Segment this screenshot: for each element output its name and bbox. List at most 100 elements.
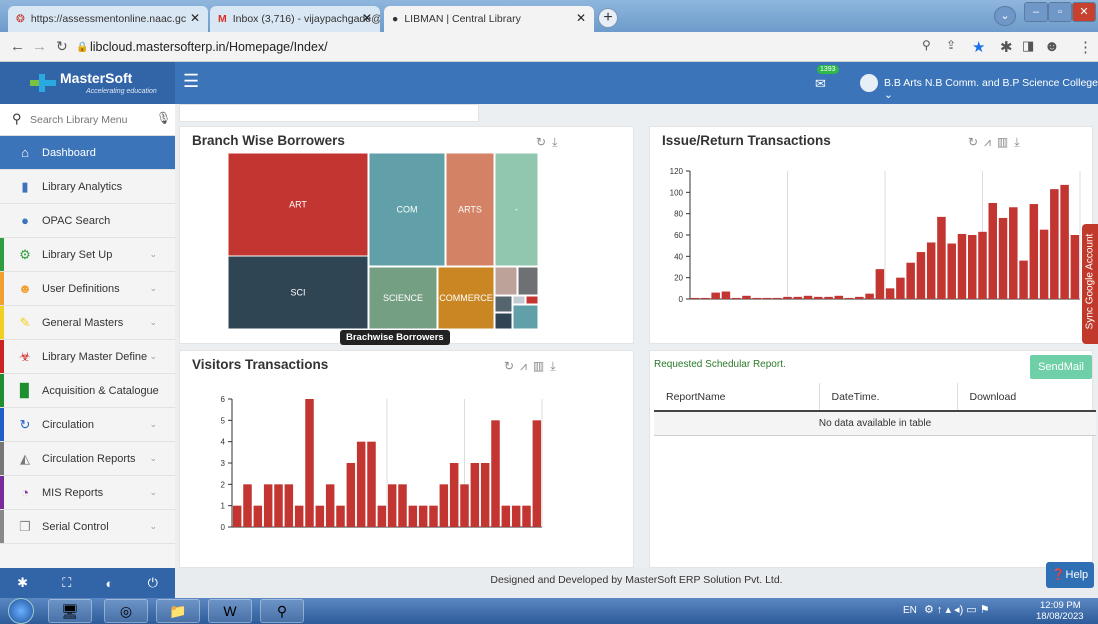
bar[interactable] — [967, 235, 977, 299]
bar[interactable] — [762, 297, 772, 299]
bar[interactable] — [501, 505, 511, 527]
line-chart-icon[interactable]: ⩘ — [520, 359, 533, 373]
bar[interactable] — [532, 420, 542, 527]
folder-icon[interactable]: 📁 — [156, 599, 200, 623]
bar[interactable] — [243, 484, 252, 527]
column-header[interactable]: Download — [957, 383, 1096, 411]
back-icon[interactable]: ← — [10, 38, 25, 55]
bar[interactable] — [1050, 189, 1059, 299]
treemap-cell-small[interactable] — [517, 266, 538, 296]
bar[interactable] — [957, 233, 967, 299]
bar[interactable] — [522, 505, 531, 527]
bar[interactable] — [1029, 204, 1039, 299]
bar[interactable] — [439, 484, 449, 527]
bar[interactable] — [232, 505, 242, 527]
bar[interactable] — [814, 296, 823, 299]
chrome-icon[interactable]: ◎ — [104, 599, 148, 623]
brand-logo[interactable]: MasterSoft Accelerating education — [0, 62, 175, 104]
bar[interactable] — [336, 505, 345, 527]
browser-tab[interactable]: M Inbox (3,716) - vijaypachgade@g ✕ — [210, 6, 380, 32]
bar[interactable] — [294, 505, 304, 527]
bar[interactable] — [367, 441, 376, 527]
url-field[interactable]: libcloud.mastersofterp.in/Homepage/Index… — [90, 40, 328, 54]
language-indicator[interactable]: EN — [903, 605, 917, 616]
sidebar-item-general-masters[interactable]: ✎ General Masters ⌄ — [0, 306, 175, 340]
sidebar-item-mis-reports[interactable]: ◔ MIS Reports ⌄ — [0, 476, 175, 510]
bar[interactable] — [1009, 207, 1018, 299]
bar[interactable] — [356, 441, 366, 527]
side-panel-icon[interactable]: ◨ — [1022, 38, 1034, 54]
treemap-cell-small[interactable] — [494, 295, 513, 313]
sidebar-item-acquisition-catalogue[interactable]: ▉ Acquisition & Catalogue ⌄ — [0, 374, 175, 408]
bar[interactable] — [398, 484, 407, 527]
bar[interactable] — [387, 484, 397, 527]
bar[interactable] — [978, 231, 987, 299]
download-icon[interactable]: ⤓ — [552, 135, 563, 149]
refresh-icon[interactable]: ↻ — [968, 135, 984, 149]
bar[interactable] — [844, 297, 854, 299]
forward-icon[interactable]: → — [32, 38, 47, 55]
bar[interactable] — [449, 463, 459, 527]
refresh-icon[interactable]: ↻ — [536, 135, 552, 149]
bar[interactable] — [896, 277, 905, 299]
sidebar-item-library-master-define[interactable]: ☣ Library Master Define ⌄ — [0, 340, 175, 374]
bar[interactable] — [947, 243, 956, 299]
bar[interactable] — [701, 297, 710, 299]
treemap-cell-small[interactable] — [494, 266, 518, 296]
close-window-button[interactable]: ✕ — [1072, 2, 1096, 22]
download-icon[interactable]: ⤓ — [550, 359, 561, 373]
close-icon[interactable]: ✕ — [190, 11, 200, 25]
bar-chart-icon[interactable]: ▥ — [533, 359, 550, 373]
bar[interactable] — [480, 463, 490, 527]
download-icon[interactable]: ⤓ — [1014, 135, 1025, 149]
bar[interactable] — [253, 505, 263, 527]
bar[interactable] — [491, 420, 500, 527]
sidebar-item-circulation-reports[interactable]: ◭ Circulation Reports ⌄ — [0, 442, 175, 476]
bar[interactable] — [875, 269, 885, 299]
extensions-icon[interactable]: ✱ — [1000, 38, 1013, 56]
column-header[interactable]: ReportName — [654, 383, 820, 411]
bar[interactable] — [315, 505, 325, 527]
power-icon[interactable]: ⏻ — [148, 575, 158, 591]
browser-tab[interactable]: ❂ https://assessmentonline.naac.gc ✕ — [8, 6, 208, 32]
bookmark-star-icon[interactable]: ★ — [972, 38, 985, 56]
bar[interactable] — [916, 252, 926, 299]
minimize-button[interactable]: – — [1024, 2, 1048, 22]
bar[interactable] — [834, 295, 844, 299]
bar[interactable] — [511, 505, 521, 527]
user-avatar[interactable] — [860, 74, 878, 92]
bar[interactable] — [460, 484, 469, 527]
bar[interactable] — [937, 216, 946, 299]
word-icon[interactable]: W — [208, 599, 252, 623]
bar[interactable] — [408, 505, 418, 527]
treemap-cell-small[interactable] — [512, 295, 526, 305]
bar[interactable] — [926, 242, 936, 299]
treemap-cell-small[interactable] — [525, 295, 538, 305]
sync-google-account-tab[interactable]: Sync Google Account — [1082, 224, 1098, 344]
mail-icon[interactable]: ✉ — [815, 76, 826, 92]
bar[interactable] — [429, 505, 438, 527]
close-icon[interactable]: ✕ — [362, 11, 372, 25]
search-menu-input[interactable] — [30, 110, 150, 130]
zoom-icon[interactable]: ⚲ — [922, 38, 931, 52]
bar[interactable] — [783, 296, 792, 299]
bar[interactable] — [1039, 229, 1049, 299]
sidebar-item-library-set-up[interactable]: ⚙ Library Set Up ⌄ — [0, 238, 175, 272]
share-icon[interactable]: ⇪ — [946, 38, 956, 52]
college-selector[interactable]: B.B Arts N.B Comm. and B.P Science Colle… — [884, 77, 1098, 101]
sidebar-item-opac-search[interactable]: ● OPAC Search — [0, 204, 175, 238]
eye-slash-icon[interactable]: ◐ — [106, 576, 114, 591]
bar[interactable] — [803, 295, 813, 299]
issue-return-chart[interactable]: 0 20 40 60 80 100 120 — [650, 161, 1090, 321]
bar[interactable] — [731, 297, 741, 299]
bar[interactable] — [865, 293, 874, 299]
treemap-chart[interactable]: ART SCI COM ARTS - SCIENCE COMMERCE — [228, 153, 538, 329]
bar[interactable] — [418, 505, 428, 527]
system-tray-icons[interactable]: ⚙ ↑ ▴ ◂) ▭ ⚑ — [924, 603, 990, 616]
bar[interactable] — [325, 484, 335, 527]
clock-date[interactable]: 18/08/2023 — [1036, 611, 1084, 622]
bar[interactable] — [721, 291, 731, 299]
bar[interactable] — [742, 295, 751, 299]
sidebar-item-circulation[interactable]: ↻ Circulation ⌄ — [0, 408, 175, 442]
sidebar-item-serial-control[interactable]: ❐ Serial Control ⌄ — [0, 510, 175, 544]
